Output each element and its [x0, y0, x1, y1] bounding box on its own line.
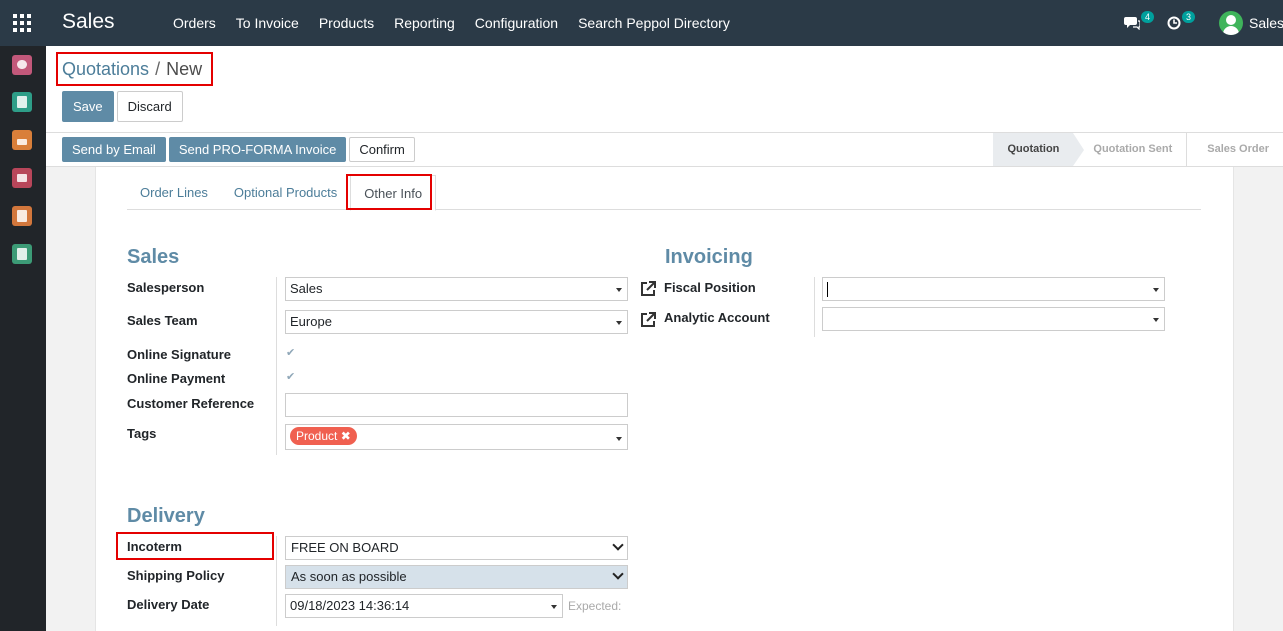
caret-down-icon — [616, 321, 622, 325]
stage-quotation[interactable]: Quotation — [993, 133, 1085, 166]
shipping-policy-label: Shipping Policy — [127, 568, 225, 583]
activities-systray[interactable]: 3 — [1167, 0, 1196, 46]
save-button[interactable]: Save — [62, 91, 114, 122]
menu-configuration[interactable]: Configuration — [465, 15, 568, 31]
sales-chart-icon[interactable] — [12, 130, 32, 150]
invoicing-divider — [814, 277, 815, 337]
chevron-down-icon — [612, 539, 624, 551]
shipping-policy-select[interactable]: As soon as possible — [285, 565, 628, 589]
analytic-account-label: Analytic Account — [664, 310, 770, 325]
messages-badge: 4 — [1141, 11, 1155, 23]
salesperson-value: Sales — [290, 281, 323, 296]
clock-icon — [1167, 16, 1181, 30]
main-menu: Orders To Invoice Products Reporting Con… — [163, 0, 740, 46]
stage-pipeline: Quotation Quotation Sent Sales Order — [993, 133, 1283, 166]
control-panel: Quotations / New Save Discard — [46, 46, 1283, 133]
incoterm-select[interactable]: FREE ON BOARD — [285, 536, 628, 560]
messages-systray[interactable]: 4 — [1124, 0, 1155, 46]
inventory-icon[interactable] — [12, 168, 32, 188]
menu-orders[interactable]: Orders — [163, 15, 226, 31]
remove-tag-icon[interactable]: ✖ — [341, 429, 351, 443]
tab-order-lines[interactable]: Order Lines — [127, 175, 221, 210]
confirm-button[interactable]: Confirm — [349, 137, 415, 162]
tag-label: Product — [296, 429, 338, 443]
documents-icon[interactable] — [12, 244, 32, 264]
delivery-date-label: Delivery Date — [127, 597, 210, 612]
invoicing-icon[interactable] — [12, 206, 32, 226]
customer-reference-input[interactable] — [285, 393, 628, 417]
text-cursor — [827, 282, 828, 298]
tags-label: Tags — [127, 426, 157, 441]
external-link-icon[interactable] — [639, 311, 657, 329]
sales-team-field[interactable]: Europe — [285, 310, 628, 334]
salesperson-field[interactable]: Sales — [285, 277, 628, 301]
caret-down-icon — [616, 437, 622, 441]
highlight-other-info-tab — [346, 174, 432, 210]
delivery-date-value: 09/18/2023 14:36:14 — [290, 598, 410, 613]
caret-down-icon — [1153, 288, 1159, 292]
send-proforma-button[interactable]: Send PRO-FORMA Invoice — [168, 137, 347, 162]
customer-reference-label: Customer Reference — [127, 396, 255, 411]
online-payment-label: Online Payment — [127, 371, 226, 386]
external-link-icon[interactable] — [639, 280, 657, 298]
caret-down-icon — [616, 288, 622, 292]
status-bar: Send by Email Send PRO-FORMA Invoice Con… — [46, 133, 1283, 167]
sales-team-label: Sales Team — [127, 313, 198, 328]
tab-optional-products[interactable]: Optional Products — [221, 175, 350, 210]
analytic-account-field[interactable] — [822, 307, 1165, 331]
form-sheet — [95, 167, 1234, 631]
menu-reporting[interactable]: Reporting — [384, 15, 465, 31]
tag-product[interactable]: Product ✖ — [290, 427, 357, 445]
menu-to-invoice[interactable]: To Invoice — [226, 15, 309, 31]
stage-sales-order[interactable]: Sales Order — [1187, 133, 1283, 166]
app-sidebar — [0, 46, 46, 631]
top-navbar: Sales Orders To Invoice Products Reporti… — [0, 0, 1283, 46]
stage-quotation-sent[interactable]: Quotation Sent — [1073, 133, 1188, 166]
incoterm-value: FREE ON BOARD — [291, 540, 399, 555]
app-title[interactable]: Sales — [62, 10, 115, 34]
invoicing-group-title: Invoicing — [665, 246, 753, 268]
salesperson-label: Salesperson — [127, 280, 205, 295]
caret-down-icon — [1153, 318, 1159, 322]
highlight-breadcrumb — [56, 52, 213, 86]
delivery-divider — [276, 536, 277, 626]
chevron-down-icon — [612, 568, 624, 580]
delivery-date-field[interactable]: 09/18/2023 14:36:14 — [285, 594, 563, 618]
sales-divider — [276, 277, 277, 455]
highlight-incoterm — [116, 532, 274, 560]
activities-badge: 3 — [1182, 11, 1196, 23]
menu-search-peppol[interactable]: Search Peppol Directory — [568, 15, 740, 31]
apps-menu-icon[interactable] — [13, 14, 31, 32]
contacts-icon[interactable] — [12, 92, 32, 112]
online-signature-label: Online Signature — [127, 347, 232, 362]
notebook-tabs: Order Lines Optional Products Other Info — [127, 175, 1201, 211]
chat-icon — [1124, 17, 1140, 30]
avatar — [1219, 11, 1243, 35]
fiscal-position-field[interactable] — [822, 277, 1165, 301]
send-by-email-button[interactable]: Send by Email — [62, 137, 166, 162]
delivery-group-title: Delivery — [127, 505, 205, 527]
sales-team-value: Europe — [290, 314, 332, 329]
expected-label: Expected: — [568, 599, 622, 613]
fiscal-position-label: Fiscal Position — [664, 280, 756, 295]
shipping-policy-value: As soon as possible — [291, 569, 407, 584]
discuss-icon[interactable] — [12, 55, 32, 75]
user-menu[interactable]: Sales — [1219, 0, 1283, 46]
discard-button[interactable]: Discard — [116, 91, 183, 122]
menu-products[interactable]: Products — [309, 15, 384, 31]
sales-group-title: Sales — [127, 246, 180, 268]
online-payment-checkbox[interactable]: ✔ — [286, 372, 297, 383]
online-signature-checkbox[interactable]: ✔ — [286, 348, 297, 359]
user-name: Sales — [1249, 15, 1283, 31]
caret-down-icon — [551, 605, 557, 609]
